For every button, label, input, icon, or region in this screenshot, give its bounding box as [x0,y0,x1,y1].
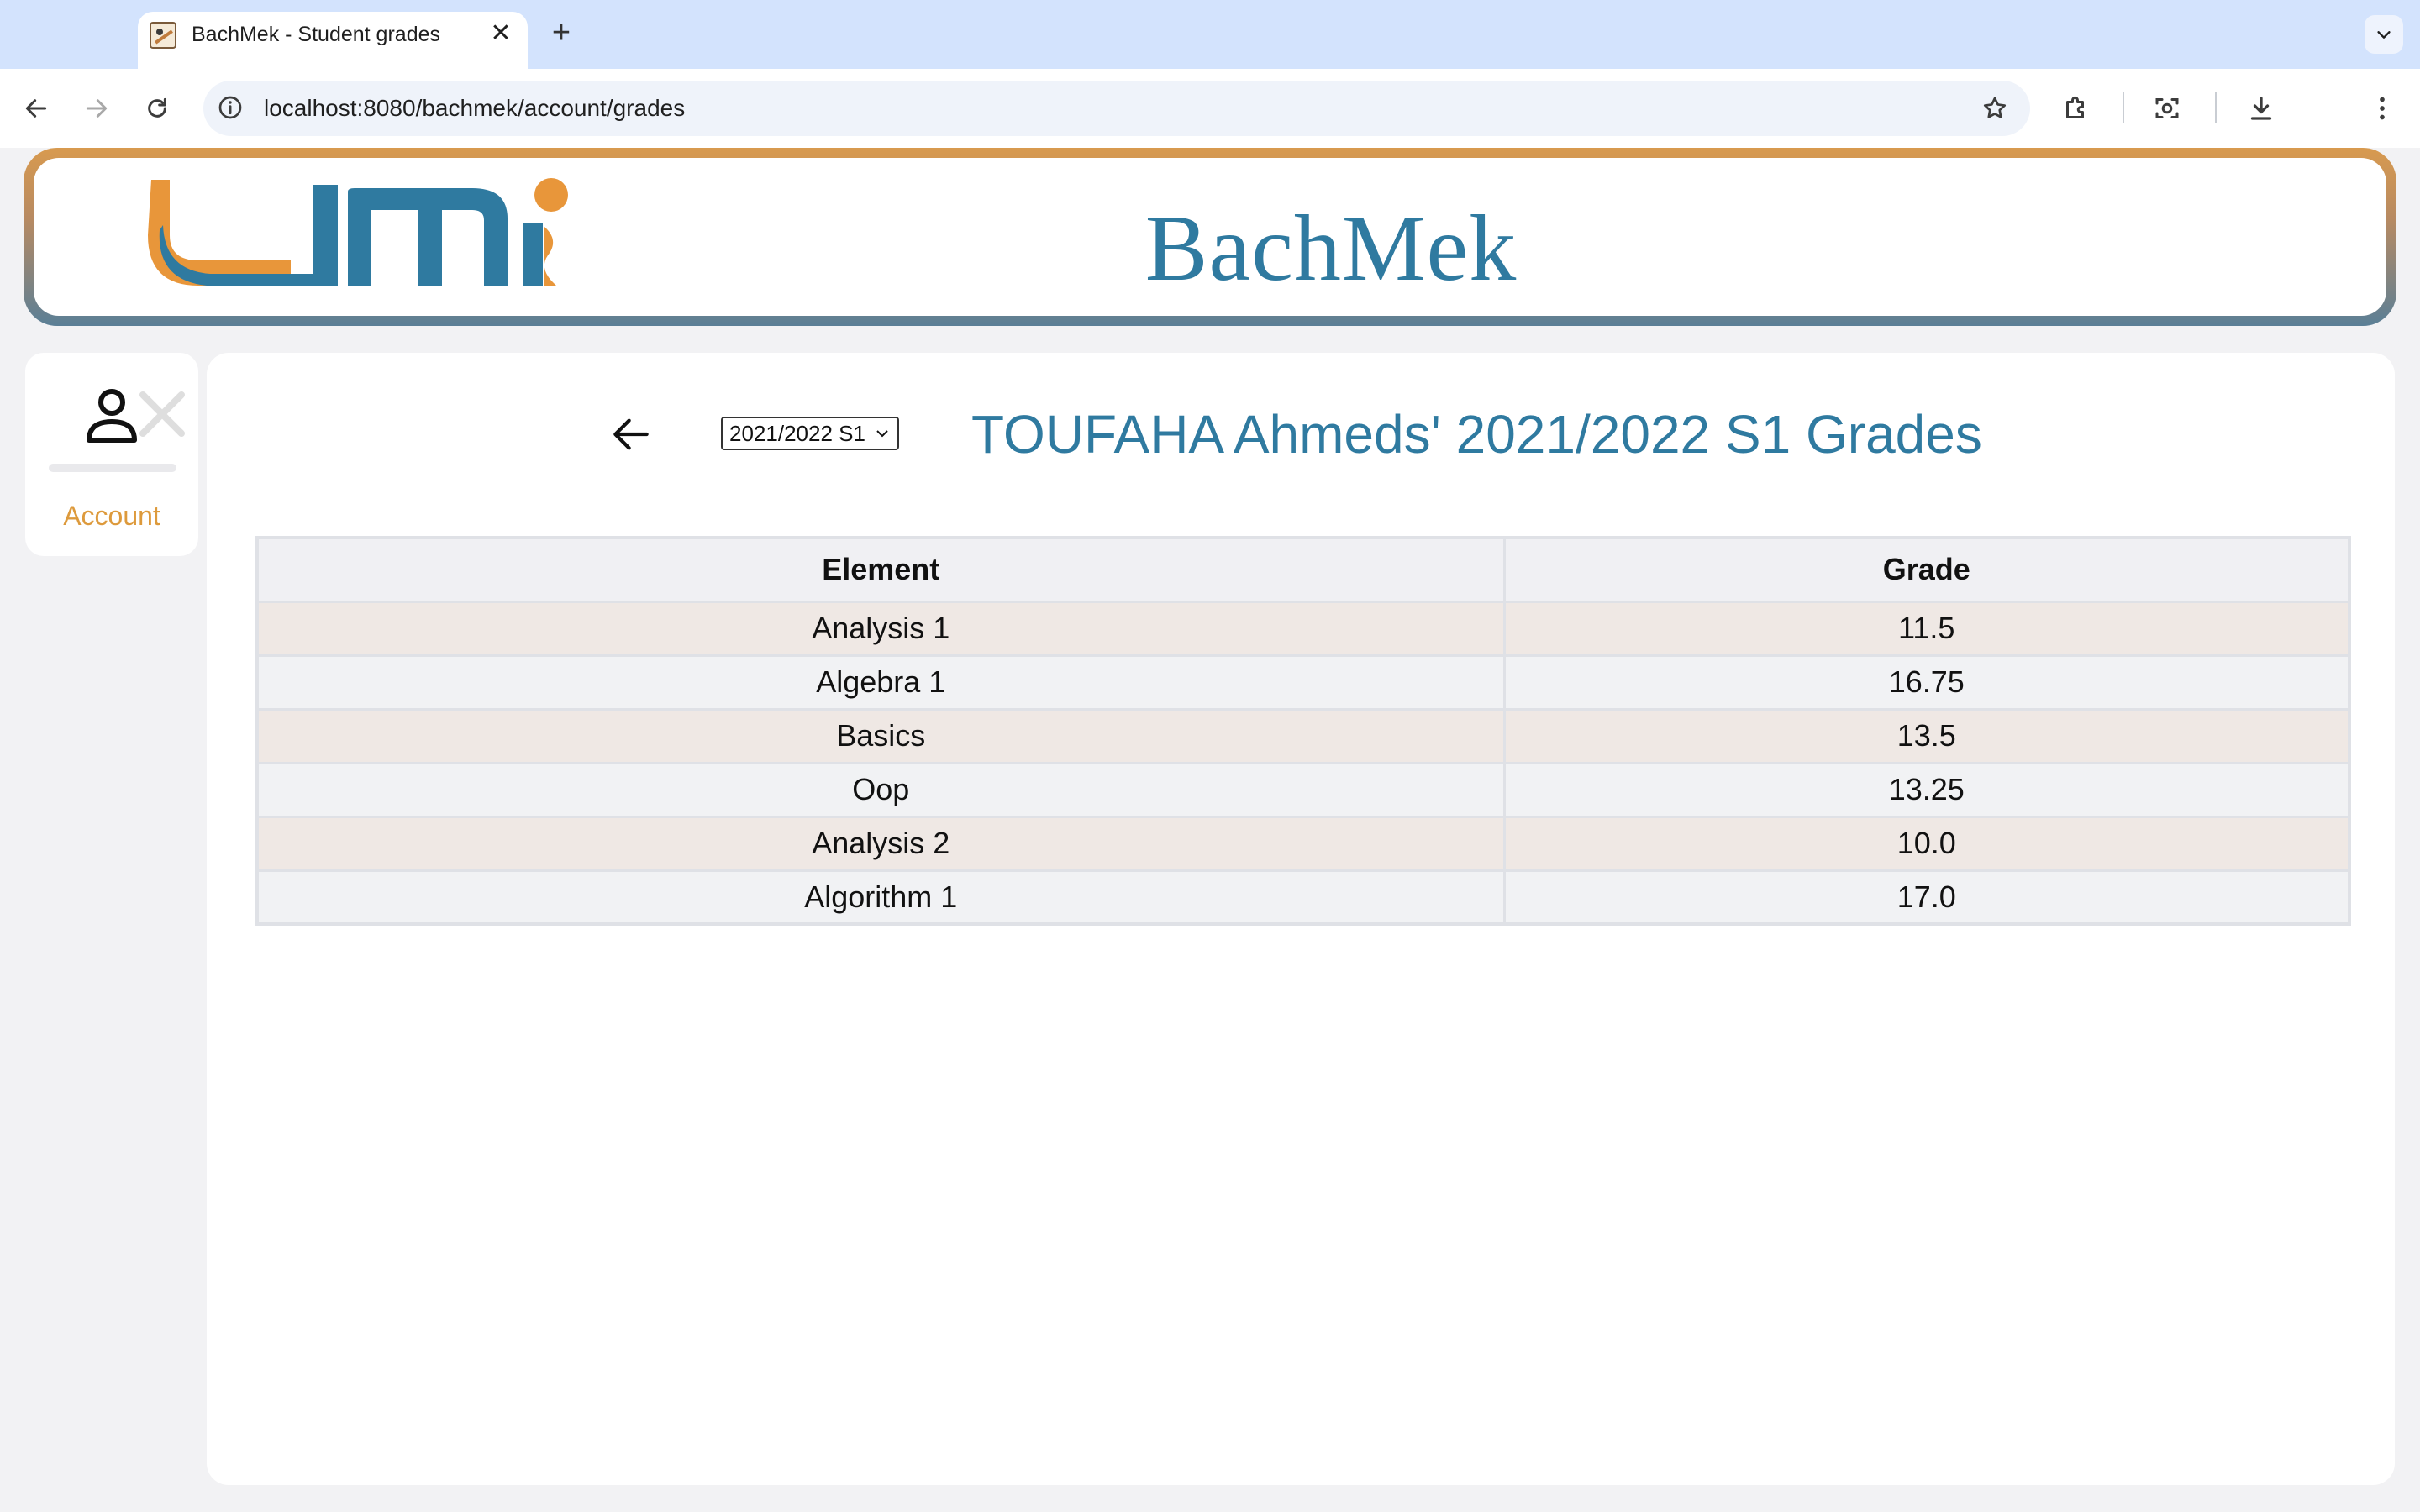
back-arrow-icon[interactable] [17,89,55,128]
user-icon[interactable] [84,386,139,445]
table-row: Basics 13.5 [255,707,2351,764]
table-row: Analysis 1 11.5 [255,600,2351,657]
grade-cell: 13.5 [1502,707,2351,764]
page-header: BachMek [24,148,2396,326]
tab-title: BachMek - Student grades [192,23,440,46]
page-header-panel: BachMek [34,158,2386,316]
semester-select[interactable]: 2021/2022 S1 [721,417,899,450]
url-text[interactable]: localhost:8080/bachmek/account/grades [264,95,685,122]
element-cell: Algebra 1 [255,654,1506,711]
download-icon[interactable] [2240,87,2282,129]
bookmark-star-icon[interactable] [1976,90,2013,127]
element-cell: Basics [255,707,1506,764]
element-cell: Oop [255,761,1506,818]
page-title: TOUFAHA Ahmeds' 2021/2022 S1 Grades [971,404,1982,465]
grade-cell: 16.75 [1502,654,2351,711]
toolbar-separator [2215,92,2217,123]
reload-icon[interactable] [138,89,176,128]
table-row: Analysis 2 10.0 [255,815,2351,872]
semester-select-value: 2021/2022 S1 [729,420,865,446]
column-header-grade: Grade [1502,536,2351,603]
table-header-row: Element Grade [255,536,2351,603]
extensions-puzzle-icon[interactable] [2055,87,2097,129]
element-cell: Analysis 2 [255,815,1506,872]
grades-table: Element Grade Analysis 1 11.5 Algebra 1 … [255,536,2351,926]
more-menu-icon[interactable] [2361,87,2403,129]
table-row: Oop 13.25 [255,761,2351,818]
table-row: Algebra 1 16.75 [255,654,2351,711]
table-row: Algorithm 1 17.0 [255,869,2351,926]
back-arrow-icon[interactable] [602,405,660,464]
grade-cell: 11.5 [1502,600,2351,657]
site-favicon-icon [150,22,176,49]
close-sidebar-icon[interactable] [134,386,190,442]
sidebar-item-account[interactable]: Account [25,501,198,532]
tab-close-icon[interactable]: ✕ [486,18,516,49]
forward-arrow-icon[interactable] [77,89,116,128]
element-cell: Algorithm 1 [255,869,1506,926]
site-info-icon[interactable] [215,92,245,123]
grade-cell: 17.0 [1502,869,2351,926]
main-content: 2021/2022 S1 TOUFAHA Ahmeds' 2021/2022 S… [207,353,2395,1485]
column-header-element: Element [255,536,1506,603]
sidebar-divider [49,464,176,472]
new-tab-plus-icon[interactable]: + [544,17,578,50]
grade-cell: 13.25 [1502,761,2351,818]
sidebar: Account [25,353,198,556]
tab-search-chevron-icon[interactable] [2365,15,2403,54]
app-name: BachMek [1144,197,1518,301]
screenshot-camera-icon[interactable] [2146,87,2188,129]
toolbar-separator [2123,92,2124,123]
element-cell: Analysis 1 [255,600,1506,657]
grade-cell: 10.0 [1502,815,2351,872]
chevron-down-icon [876,430,888,438]
